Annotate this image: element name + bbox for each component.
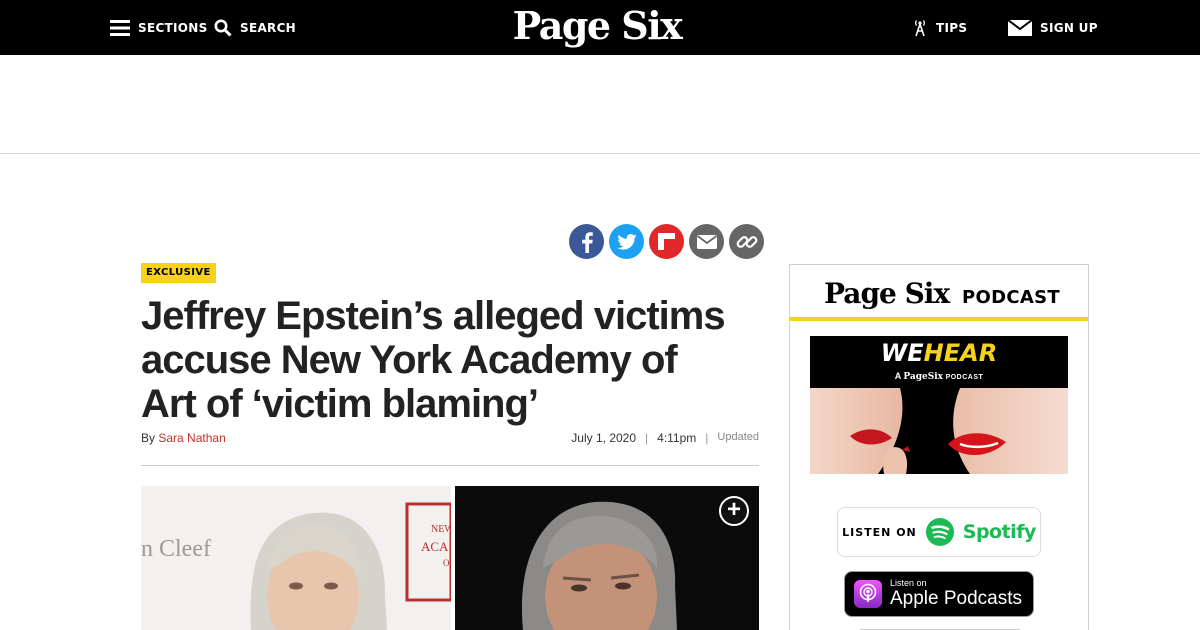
flipboard-icon — [658, 233, 675, 250]
twitter-icon — [616, 233, 637, 250]
search-icon — [214, 19, 232, 37]
sections-label: SECTIONS — [138, 20, 208, 35]
apple-podcasts-text: Listen on Apple Podcasts — [890, 578, 1023, 609]
headline-line: accuse New York Academy of — [141, 338, 678, 382]
publish-time: 4:11pm — [657, 431, 697, 445]
publish-dateline: July 1, 2020 | 4:11pm | Updated — [571, 431, 759, 445]
flipboard-share-button[interactable] — [649, 224, 684, 259]
banner-faces-art — [810, 388, 1068, 474]
page-six-logo[interactable]: Page Six — [507, 2, 687, 52]
spotify-icon — [925, 518, 954, 546]
updated-toggle[interactable]: Updated — [717, 431, 759, 445]
twitter-share-button[interactable] — [609, 224, 644, 259]
tips-label: TIPS — [936, 20, 968, 35]
email-icon — [696, 234, 717, 249]
banner-sub-podcast: PODCAST — [945, 374, 984, 381]
banner-subtitle: A PageSix PODCAST — [810, 371, 1068, 382]
sidebar-accent-rule — [790, 317, 1088, 321]
apple-podcasts-label: Apple Podcasts — [890, 587, 1023, 609]
listen-on-spotify-button[interactable]: LISTEN ON Spotify — [837, 507, 1041, 557]
byline-prefix: By — [141, 431, 156, 445]
article-headline: Jeffrey Epstein’s alleged victims accuse… — [141, 294, 766, 426]
spotify-listen-on-label: LISTEN ON — [842, 525, 917, 539]
email-share-button[interactable] — [689, 224, 724, 259]
headline-line: Art of ‘victim blaming’ — [141, 382, 539, 426]
photo-right-art — [455, 486, 759, 630]
facebook-share-button[interactable] — [569, 224, 604, 259]
banner-title: WEHEAR — [810, 339, 1068, 367]
right-face — [953, 388, 1068, 474]
sidebar-page-six-logo[interactable]: Page Six — [824, 277, 950, 310]
separator: | — [645, 431, 649, 445]
author-link[interactable]: Sara Nathan — [158, 431, 225, 445]
ad-banner-area — [0, 55, 1200, 154]
tips-button[interactable]: TIPS — [912, 0, 967, 55]
banner-title-we: WE — [880, 339, 924, 367]
search-button[interactable]: SEARCH — [214, 0, 296, 55]
facebook-icon — [581, 231, 593, 253]
listen-on-apple-podcasts-button[interactable]: Listen on Apple Podcasts — [844, 571, 1034, 617]
antenna-icon — [915, 19, 925, 36]
sign-text: NEW — [431, 524, 451, 535]
link-icon — [736, 235, 757, 248]
article-photo-left[interactable]: n Cleef NEW ACA O — [141, 486, 451, 630]
banner-sub-a: A — [894, 371, 901, 381]
sign-text: O — [443, 558, 450, 568]
banner-title-hear: HEAR — [923, 339, 998, 367]
separator: | — [705, 431, 709, 445]
article-photo-right[interactable] — [455, 486, 759, 630]
photo-left-art: n Cleef NEW ACA O — [141, 486, 451, 630]
sign-up-label: SIGN UP — [1040, 20, 1098, 35]
apple-podcasts-icon — [854, 580, 882, 608]
podcast-label: PODCAST — [962, 287, 1060, 308]
headline-line: Jeffrey Epstein’s alleged victims — [141, 294, 726, 338]
hamburger-icon — [110, 19, 130, 36]
sign-text: ACA — [421, 539, 449, 554]
podcast-sidebar-widget: Page Six PODCAST WEHEAR A PageSix PODCAS… — [789, 264, 1089, 630]
search-label: SEARCH — [240, 20, 297, 35]
we-hear-podcast-banner[interactable]: WEHEAR A PageSix PODCAST — [810, 336, 1068, 474]
copy-link-button[interactable] — [729, 224, 764, 259]
sections-menu-button[interactable]: SECTIONS — [110, 0, 208, 55]
backdrop-text: n Cleef — [141, 536, 211, 562]
byline: By Sara Nathan — [141, 431, 226, 445]
sign-up-button[interactable]: SIGN UP — [1008, 0, 1098, 55]
expand-gallery-button[interactable]: + — [719, 496, 749, 526]
envelope-icon — [1008, 19, 1032, 36]
top-nav-bar: SECTIONS SEARCH Page Six TIPS SIGN UP — [0, 0, 1200, 55]
banner-sub-brand: PageSix — [903, 372, 944, 382]
exclusive-badge[interactable]: EXCLUSIVE — [141, 263, 216, 283]
spotify-brand-label: Spotify — [962, 521, 1037, 543]
header-divider — [141, 465, 759, 466]
publish-date: July 1, 2020 — [571, 431, 637, 445]
